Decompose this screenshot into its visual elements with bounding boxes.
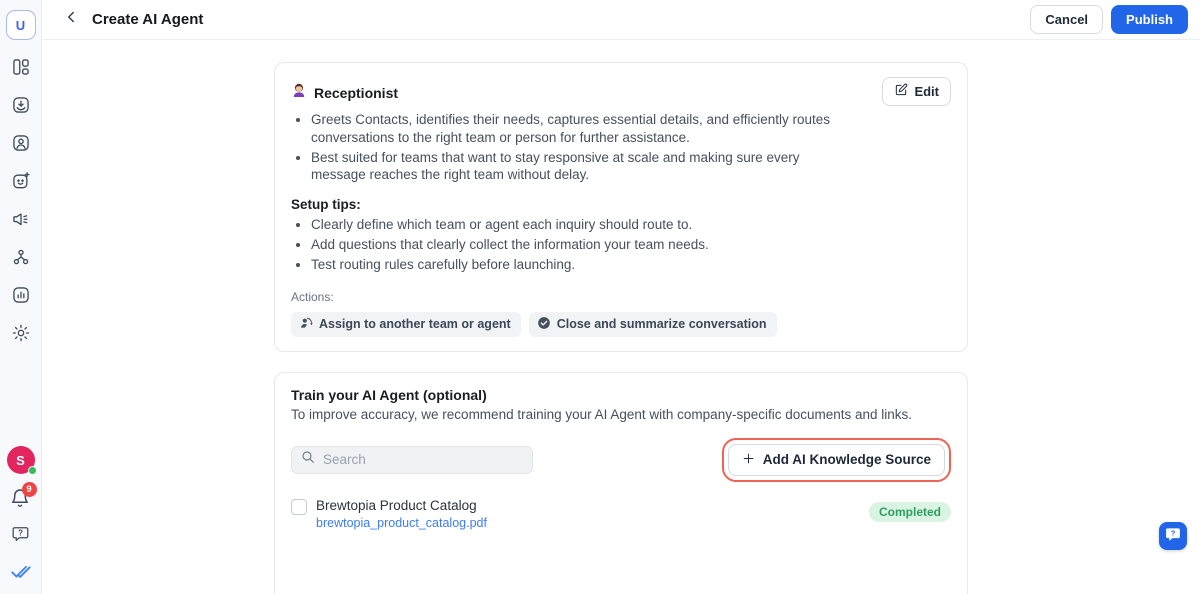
online-status-dot (27, 466, 37, 475)
contacts-icon (11, 133, 31, 158)
sidebar-nav (9, 57, 33, 347)
workarea: Create AI Agent Cancel Publish Reception… (42, 0, 1200, 594)
avatar-initial: S (16, 452, 25, 468)
cancel-button[interactable]: Cancel (1030, 4, 1104, 35)
add-knowledge-highlight-ring: Add AI Knowledge Source (721, 437, 951, 482)
action-pill-label: Close and summarize conversation (556, 317, 767, 332)
inbox-icon (11, 95, 31, 120)
workspace-logo[interactable]: U (5, 10, 36, 40)
add-knowledge-source-button[interactable]: Add AI Knowledge Source (727, 443, 945, 476)
agent-name: Receptionist (314, 84, 399, 101)
publish-button[interactable]: Publish (1111, 4, 1188, 35)
sidebar-item-inbox[interactable] (9, 95, 33, 119)
reports-icon (11, 285, 31, 310)
sidebar-item-contacts[interactable] (9, 133, 33, 157)
avatar[interactable]: S (6, 446, 37, 475)
plus-icon (742, 452, 755, 468)
tasks-button[interactable] (9, 561, 33, 585)
search-input[interactable] (323, 452, 524, 468)
training-card: Train your AI Agent (optional) To improv… (274, 371, 968, 594)
sidebar-item-broadcast[interactable] (9, 209, 33, 233)
bell-icon (9, 489, 31, 513)
training-card-subtitle: To improve accuracy, we recommend traini… (291, 406, 913, 422)
check-circle-icon (537, 316, 551, 333)
assign-icon (299, 316, 313, 333)
topbar: Create AI Agent Cancel Publish (42, 0, 1200, 40)
edit-button-label: Edit (914, 84, 939, 99)
double-check-icon (10, 560, 32, 587)
broadcast-icon (11, 209, 31, 234)
sidebar-item-reports[interactable] (9, 285, 33, 309)
sidebar-item-ai-agent[interactable] (9, 171, 33, 195)
search-icon (300, 449, 316, 470)
setup-tips-heading: Setup tips: (291, 197, 361, 213)
status-badge: Completed (868, 501, 951, 522)
workflows-icon (11, 247, 31, 272)
setup-tip-item: Add questions that clearly collect the i… (311, 236, 851, 254)
action-pill-close: Close and summarize conversation (528, 311, 777, 337)
sidebar-footer: S 9 ? (6, 446, 37, 594)
svg-text:?: ? (18, 529, 23, 538)
edit-button[interactable]: Edit (882, 77, 951, 106)
sidebar-item-dashboard[interactable] (9, 57, 33, 81)
dashboard-icon (11, 57, 31, 82)
chat-bubble-question-icon: ? (1164, 525, 1182, 548)
agent-description-item: Greets Contacts, identifies their needs,… (311, 111, 851, 147)
sidebar-item-workflows[interactable] (9, 247, 33, 271)
knowledge-source-row: Brewtopia Product Catalog brewtopia_prod… (291, 498, 951, 530)
setup-tips-list: Clearly define which team or agent each … (291, 216, 851, 273)
sidebar: U S 9 ? (0, 0, 42, 594)
woman-tipping-hand-emoji (291, 82, 307, 103)
actions-heading: Actions: (291, 289, 334, 304)
setup-tip-item: Clearly define which team or agent each … (311, 216, 851, 234)
action-pill-assign: Assign to another team or agent (291, 311, 521, 337)
notification-badge: 9 (21, 482, 37, 497)
edit-pencil-icon (894, 83, 908, 100)
help-icon: ? (10, 523, 31, 549)
page-title: Create AI Agent (92, 11, 204, 28)
ai-agent-icon (11, 171, 31, 196)
chevron-left-icon (62, 8, 80, 31)
training-card-title: Train your AI Agent (optional) (291, 386, 487, 403)
gear-icon (11, 323, 31, 348)
main-content: Receptionist Edit Greets Contacts, ident… (42, 40, 1200, 594)
source-name: Brewtopia Product Catalog (316, 497, 477, 513)
agent-card: Receptionist Edit Greets Contacts, ident… (274, 62, 968, 352)
topbar-actions: Cancel Publish (1030, 4, 1188, 35)
agent-description-item: Best suited for teams that want to stay … (311, 149, 851, 185)
knowledge-search[interactable] (291, 445, 533, 474)
svg-text:?: ? (1171, 528, 1176, 537)
help-button[interactable]: ? (9, 524, 33, 548)
action-pill-label: Assign to another team or agent (319, 317, 511, 332)
support-chat-button[interactable]: ? (1159, 522, 1187, 550)
actions-pills: Assign to another team or agent Close an… (291, 311, 951, 337)
notifications-button[interactable]: 9 (9, 482, 37, 513)
source-checkbox[interactable] (291, 498, 307, 515)
setup-tip-item: Test routing rules carefully before laun… (311, 256, 851, 274)
source-file-link[interactable]: brewtopia_product_catalog.pdf (316, 516, 487, 530)
sidebar-item-settings[interactable] (9, 323, 33, 347)
add-knowledge-source-label: Add AI Knowledge Source (762, 452, 931, 468)
agent-description-list: Greets Contacts, identifies their needs,… (291, 111, 851, 184)
back-button[interactable] (58, 7, 84, 33)
